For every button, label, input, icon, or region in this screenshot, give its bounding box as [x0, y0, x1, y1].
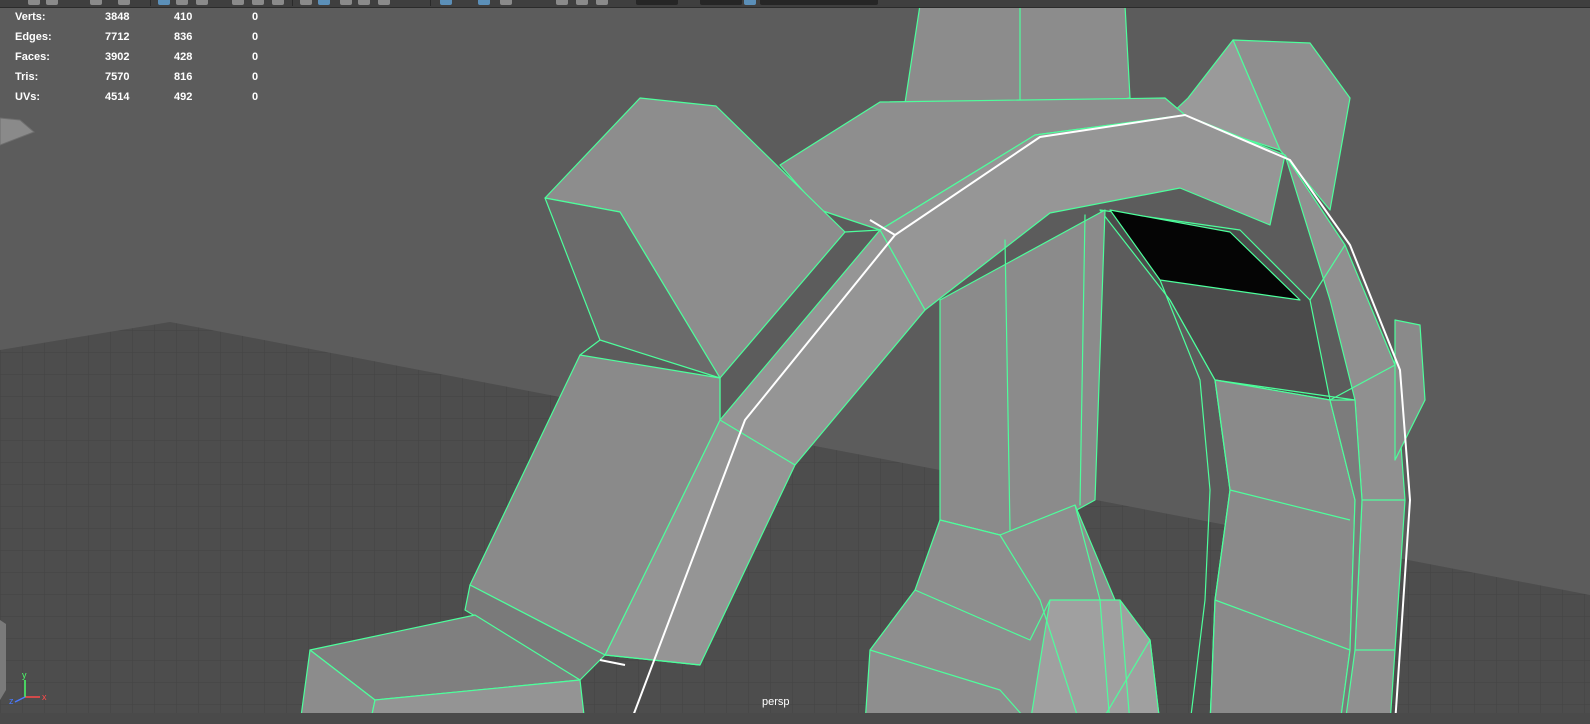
toolbar-separator — [430, 0, 431, 6]
grid-toggle-icon[interactable] — [500, 0, 512, 5]
shaded-icon[interactable] — [252, 0, 264, 5]
hud-row-tris: Tris: 7570 816 0 — [15, 67, 275, 87]
poly-count-hud: Verts: 3848 410 0 Edges: 7712 836 0 Face… — [15, 7, 275, 107]
resolution-gate-icon[interactable] — [440, 0, 452, 5]
axis-y-label: y — [22, 670, 27, 680]
hud-value-total: 7570 — [105, 71, 130, 83]
snap-grid-icon[interactable] — [118, 0, 130, 5]
viewport-bottom-strip — [0, 713, 1590, 724]
hud-toggle-icon[interactable] — [556, 0, 568, 5]
toolbar-separator — [150, 0, 151, 6]
gamma-icon[interactable] — [744, 0, 756, 5]
axis-x-label: x — [42, 692, 47, 702]
color-space-dropdown[interactable] — [760, 0, 878, 5]
hud-row-verts: Verts: 3848 410 0 — [15, 7, 275, 27]
hud-label: Faces: — [15, 51, 50, 63]
field-chart-icon[interactable] — [576, 0, 588, 5]
hud-value-component: 0 — [252, 51, 259, 63]
snap-curve-icon[interactable] — [158, 0, 170, 5]
wireframe-icon[interactable] — [232, 0, 244, 5]
hud-value-component: 0 — [252, 71, 259, 83]
hud-label: Verts: — [15, 11, 46, 23]
hud-label: Tris: — [15, 71, 39, 83]
left-prop-lower — [0, 620, 6, 700]
hud-value-selected: 492 — [174, 91, 193, 103]
safe-action-icon[interactable] — [596, 0, 608, 5]
camera-icon[interactable] — [196, 0, 208, 5]
isolate-icon[interactable] — [300, 0, 312, 5]
hud-value-total: 4514 — [105, 91, 130, 103]
hud-value-component: 0 — [252, 91, 259, 103]
shade-active-icon[interactable] — [318, 0, 330, 5]
axis-z-label: z — [9, 696, 14, 706]
hud-value-total: 3902 — [105, 51, 130, 63]
scene-canvas[interactable]: y x z — [0, 0, 1590, 724]
hud-value-selected: 836 — [174, 31, 193, 43]
hud-label: UVs: — [15, 91, 41, 103]
xray-icon[interactable] — [272, 0, 284, 5]
viewport-persp[interactable]: y x z Verts: 3848 410 0 Edges: 7712 836 … — [0, 0, 1590, 724]
exposure-field[interactable] — [636, 0, 678, 5]
ao-icon[interactable] — [378, 0, 390, 5]
hud-row-edges: Edges: 7712 836 0 — [15, 27, 275, 47]
toolbar-separator — [292, 0, 293, 6]
light-icon[interactable] — [340, 0, 352, 5]
hud-row-faces: Faces: 3902 428 0 — [15, 47, 275, 67]
snap-point-icon[interactable] — [176, 0, 188, 5]
camera-name-label: persp — [762, 696, 790, 708]
shadow-icon[interactable] — [358, 0, 370, 5]
hud-value-total: 7712 — [105, 31, 130, 43]
paint-select-icon[interactable] — [90, 0, 102, 5]
gamma-field[interactable] — [700, 0, 742, 5]
select-tool-icon[interactable] — [28, 0, 40, 5]
hud-label: Edges: — [15, 31, 52, 43]
hud-value-total: 3848 — [105, 11, 130, 23]
hud-value-selected: 816 — [174, 71, 193, 83]
hud-value-selected: 428 — [174, 51, 193, 63]
hud-value-selected: 410 — [174, 11, 193, 23]
hud-value-component: 0 — [252, 11, 259, 23]
hud-value-component: 0 — [252, 31, 259, 43]
lasso-tool-icon[interactable] — [46, 0, 58, 5]
hud-row-uvs: UVs: 4514 492 0 — [15, 87, 275, 107]
film-gate-icon[interactable] — [478, 0, 490, 5]
